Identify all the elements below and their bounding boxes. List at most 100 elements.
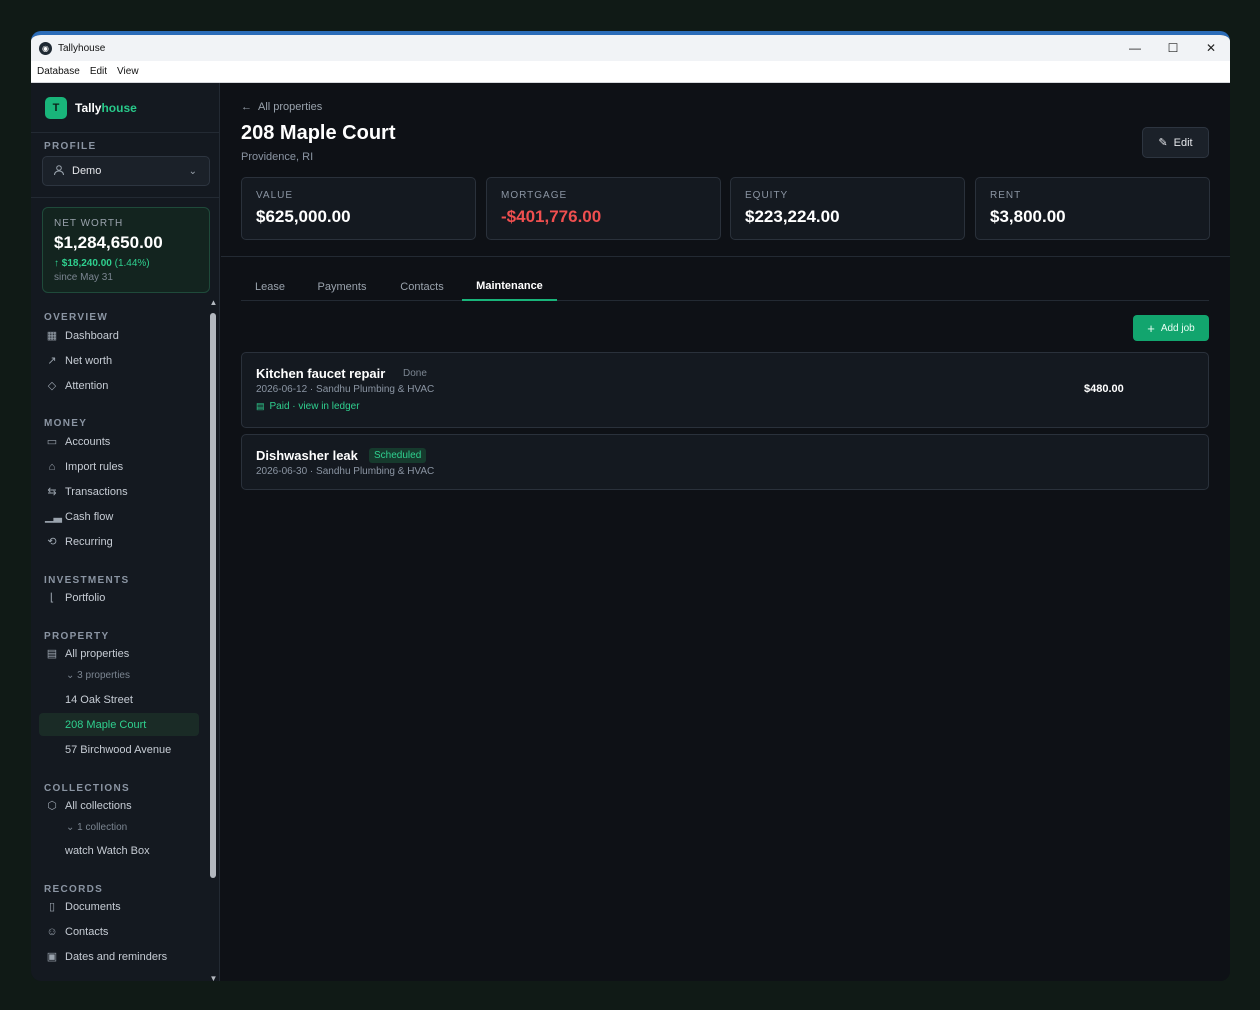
stat-label: MORTGAGE — [501, 190, 568, 201]
window-title: Tallyhouse — [58, 42, 106, 54]
menu-view[interactable]: View — [117, 66, 139, 77]
job-amount: $480.00 — [1084, 383, 1124, 395]
app-window: ◉ Tallyhouse — ☐ ✕ Database Edit View T … — [31, 31, 1230, 981]
brand-name: Tallyhouse — [75, 101, 137, 115]
net-worth-card[interactable]: NET WORTH $1,284,650.00 ↑ $18,240.00 (1.… — [42, 207, 210, 293]
menu-database[interactable]: Database — [37, 66, 80, 77]
sidebar-item-portfolio[interactable]: ⌊ Portfolio — [39, 586, 199, 609]
section-overview: OVERVIEW — [44, 312, 109, 323]
stat-card-rent: RENT $3,800.00 — [975, 177, 1210, 240]
main-content: ← All properties 208 Maple Court Provide… — [221, 83, 1230, 981]
net-worth-label: NET WORTH — [54, 218, 124, 229]
maximize-button[interactable]: ☐ — [1154, 35, 1192, 61]
wallet-icon: ▭ — [46, 436, 58, 448]
app-icon: ◉ — [39, 41, 52, 55]
sidebar-item-watch-box[interactable]: watch Watch Box — [39, 839, 199, 862]
refresh-icon: ⟲ — [47, 536, 57, 548]
scrollbar-thumb[interactable] — [210, 313, 216, 878]
calendar-icon: ▣ — [46, 951, 58, 963]
collections-count[interactable]: ⌄ 1 collection — [66, 822, 127, 833]
properties-count[interactable]: ⌄ 3 properties — [66, 670, 130, 681]
brand[interactable]: T Tallyhouse — [45, 97, 137, 119]
section-property: PROPERTY — [44, 631, 110, 642]
sidebar-item-all-collections[interactable]: ⬡ All collections — [39, 794, 199, 817]
profile-value: Demo — [72, 165, 102, 177]
sidebar-item-cash-flow[interactable]: ▁▃ Cash flow — [39, 505, 199, 528]
brand-logo: T — [45, 97, 67, 119]
bank-icon: ⌂ — [48, 460, 56, 473]
close-button[interactable]: ✕ — [1192, 35, 1230, 61]
minimize-button[interactable]: — — [1116, 35, 1154, 61]
job-meta: 2026-06-30 · Sandhu Plumbing & HVAC — [256, 466, 435, 477]
stat-label: EQUITY — [745, 190, 789, 201]
sidebar-item-14-oak-street[interactable]: 14 Oak Street — [39, 688, 199, 711]
grid-icon: ▦ — [46, 330, 58, 342]
stat-label: RENT — [990, 190, 1022, 201]
user-icon — [53, 164, 65, 179]
tab-maintenance[interactable]: Maintenance — [462, 273, 557, 301]
title-bar: ◉ Tallyhouse — ☐ ✕ — [31, 35, 1230, 61]
divider — [31, 197, 220, 198]
receipt-icon: ▤ — [256, 401, 265, 411]
stat-value: $223,224.00 — [745, 207, 840, 226]
scroll-up-icon[interactable]: ▲ — [209, 298, 218, 307]
section-money: MONEY — [44, 418, 88, 429]
status-badge: Scheduled — [369, 448, 427, 463]
profile-label: PROFILE — [44, 141, 97, 152]
stat-card-mortgage: MORTGAGE -$401,776.00 — [486, 177, 721, 240]
page-subtitle: Providence, RI — [241, 151, 314, 163]
sidebar-item-transactions[interactable]: ⇆ Transactions — [39, 480, 199, 503]
sidebar-item-documents[interactable]: ▯ Documents — [39, 895, 199, 918]
plus-icon: + — [1147, 320, 1155, 336]
job-card[interactable]: Dishwasher leak Scheduled 2026-06-30 · S… — [241, 434, 1209, 490]
sidebar-item-57-birchwood-avenue[interactable]: 57 Birchwood Avenue — [39, 738, 199, 761]
profile-select[interactable]: Demo ⌄ — [42, 156, 210, 186]
tab-lease[interactable]: Lease — [241, 273, 299, 301]
tab-bar: Lease Payments Contacts Maintenance — [241, 273, 1209, 301]
job-title: Dishwasher leak — [256, 448, 358, 463]
bar-chart-icon: ▁▃ — [45, 511, 62, 523]
sidebar-item-accounts[interactable]: ▭ Accounts — [39, 430, 199, 453]
add-job-button[interactable]: + Add job — [1133, 315, 1209, 341]
sidebar-item-contacts[interactable]: ☺ Contacts — [39, 920, 199, 943]
sidebar-item-all-properties[interactable]: ▤ All properties — [39, 642, 199, 665]
net-worth-value: $1,284,650.00 — [54, 233, 163, 252]
divider — [31, 132, 220, 133]
trend-icon: ↗ — [47, 355, 57, 367]
sidebar-item-attention[interactable]: ◇ Attention — [39, 374, 199, 397]
section-records: RECORDS — [44, 884, 104, 895]
chart-line-icon: ⌊ — [49, 592, 55, 604]
divider — [221, 256, 1230, 257]
edit-button[interactable]: ✎ Edit — [1142, 127, 1209, 158]
sidebar-scrollbar[interactable]: ▲ ▼ — [209, 298, 218, 981]
stat-value: $625,000.00 — [256, 207, 351, 226]
ledger-link[interactable]: ▤ Paid · view in ledger — [256, 401, 360, 412]
scroll-down-icon[interactable]: ▼ — [209, 974, 218, 981]
building-icon: ▤ — [46, 648, 58, 660]
stat-value: -$401,776.00 — [501, 207, 602, 226]
job-title: Kitchen faucet repair — [256, 366, 386, 381]
section-investments: INVESTMENTS — [44, 575, 130, 586]
sidebar-item-dates-reminders[interactable]: ▣ Dates and reminders — [39, 945, 199, 968]
stat-label: VALUE — [256, 190, 294, 201]
tab-contacts[interactable]: Contacts — [387, 273, 457, 301]
sidebar-item-recurring[interactable]: ⟲ Recurring — [39, 530, 199, 553]
sidebar-item-dashboard[interactable]: ▦ Dashboard — [39, 324, 199, 347]
job-meta: 2026-06-12 · Sandhu Plumbing & HVAC — [256, 384, 435, 395]
stat-value: $3,800.00 — [990, 207, 1066, 226]
section-collections: COLLECTIONS — [44, 783, 130, 794]
back-link[interactable]: ← All properties — [241, 101, 322, 113]
tab-payments[interactable]: Payments — [304, 273, 380, 301]
status-badge: Done — [403, 368, 427, 379]
sidebar-item-net-worth[interactable]: ↗ Net worth — [39, 349, 199, 372]
sidebar-item-import-rules[interactable]: ⌂ Import rules — [39, 455, 199, 478]
menu-edit[interactable]: Edit — [90, 66, 107, 77]
sidebar-item-208-maple-court[interactable]: 208 Maple Court — [39, 713, 199, 736]
net-worth-since: since May 31 — [54, 272, 113, 283]
job-card[interactable]: Kitchen faucet repair Done 2026-06-12 · … — [241, 352, 1209, 428]
bell-icon: ◇ — [47, 380, 57, 392]
box-icon: ⬡ — [47, 800, 57, 812]
chevron-down-icon: ⌄ — [188, 165, 197, 177]
net-worth-change: ↑ $18,240.00 (1.44%) — [54, 258, 150, 269]
users-icon: ☺ — [46, 925, 58, 938]
